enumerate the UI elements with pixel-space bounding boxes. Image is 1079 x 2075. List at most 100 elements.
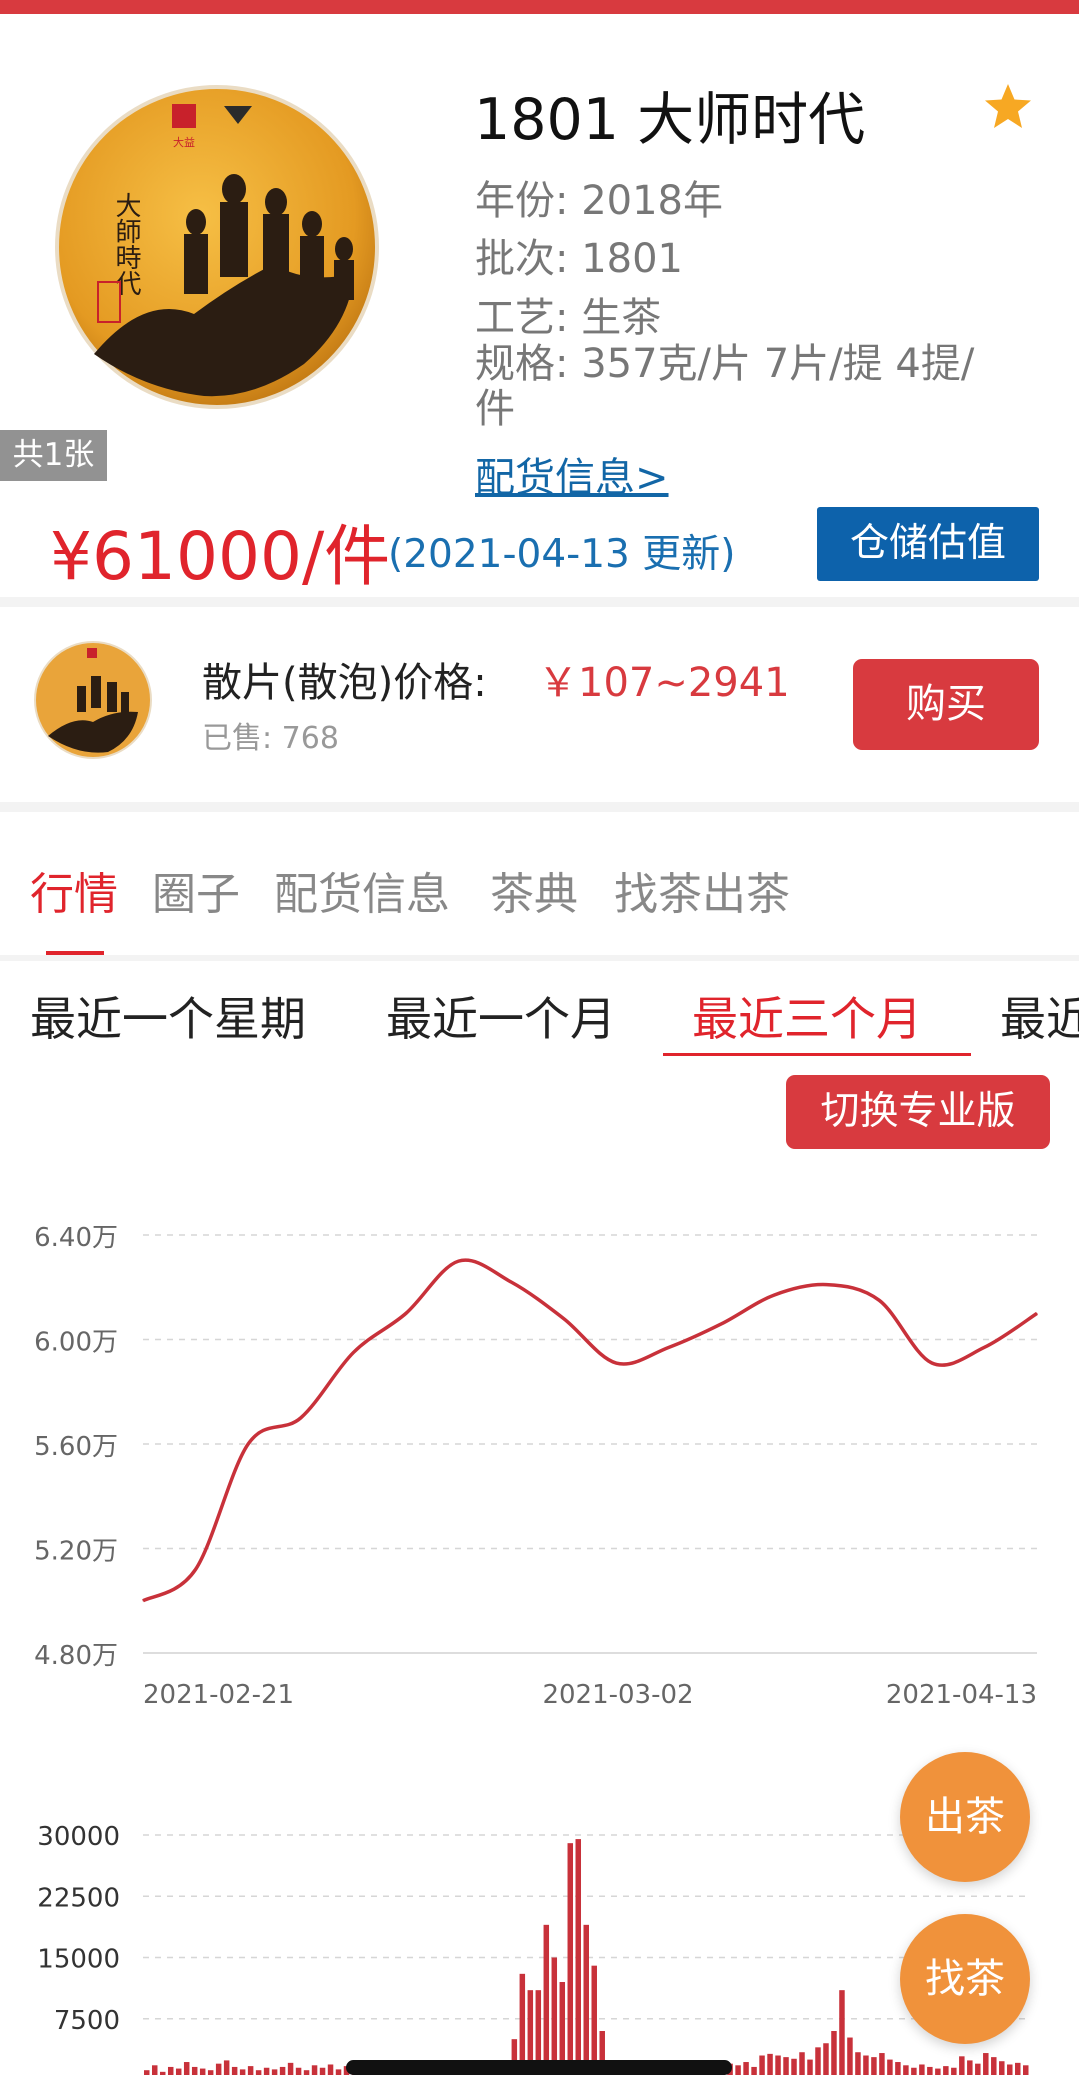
- volume-bar: [855, 2052, 861, 2075]
- volume-bar: [591, 1965, 597, 2075]
- volume-bar: [999, 2061, 1005, 2075]
- volume-bar: [215, 2063, 222, 2075]
- volume-bar: [959, 2056, 965, 2075]
- tab-find-sell-tea[interactable]: 找茶出茶: [614, 858, 790, 922]
- y-tick-label: 22500: [37, 1883, 120, 1913]
- price-point: [195, 1568, 197, 1570]
- volume-bar: [551, 1957, 558, 2075]
- volume-bar: [807, 2059, 813, 2075]
- price-update-date: (2021-04-13 更新): [388, 532, 736, 577]
- price-point: [300, 1417, 302, 1419]
- volume-bar: [183, 2062, 190, 2075]
- switch-pro-version-button[interactable]: 切换专业版: [786, 1075, 1050, 1149]
- volume-bar: [847, 2037, 853, 2075]
- price-point: [615, 1362, 617, 1364]
- tab-distribution[interactable]: 配货信息: [274, 858, 450, 922]
- price-point: [878, 1299, 880, 1301]
- period-last-three-months[interactable]: 最近三个月: [692, 983, 922, 1049]
- volume-bar: [983, 2053, 989, 2075]
- volume-bar: [263, 2067, 270, 2075]
- top-accent-bar: [0, 0, 1079, 14]
- find-tea-fab[interactable]: 找茶: [900, 1914, 1030, 2044]
- volume-bar: [287, 2062, 294, 2075]
- year-info: 年份: 2018年: [475, 178, 723, 224]
- volume-bar: [327, 2064, 334, 2075]
- y-tick-label: 6.40万: [34, 1223, 118, 1253]
- period-more[interactable]: 最近: [1000, 983, 1079, 1049]
- volume-bar: [751, 2066, 757, 2075]
- y-tick-label: 5.20万: [34, 1537, 118, 1567]
- volume-bar: [799, 2052, 805, 2075]
- price-line-chart: 6.40万 6.00万 5.60万 5.20万 4.80万 2021-02-21 2021-…: [34, 1223, 1038, 1710]
- volume-bar: [759, 2055, 765, 2075]
- volume-bar: [815, 2047, 821, 2075]
- price-point: [352, 1352, 354, 1354]
- sell-tea-fab[interactable]: 出茶: [900, 1752, 1030, 1882]
- price-point: [983, 1346, 985, 1348]
- volume-bar: [295, 2067, 302, 2075]
- tab-circle[interactable]: 圈子: [152, 858, 240, 922]
- cake-text: 大師時代: [111, 192, 141, 296]
- price-point: [247, 1443, 249, 1445]
- x-tick-label: 2021-03-02: [542, 1680, 693, 1710]
- volume-bar: [575, 1839, 582, 2075]
- cake-brand: 大益: [173, 135, 195, 149]
- volume-bar: [319, 2067, 326, 2075]
- volume-bar: [279, 2066, 286, 2075]
- craft-info: 工艺: 生茶: [475, 295, 662, 341]
- volume-bar: [775, 2055, 781, 2075]
- volume-bar: [199, 2068, 206, 2075]
- y-tick-label: 4.80万: [34, 1641, 118, 1671]
- volume-bar: [743, 2062, 749, 2075]
- price-point: [720, 1323, 722, 1325]
- volume-bar: [767, 2053, 773, 2075]
- batch-info: 批次: 1801: [475, 236, 683, 282]
- volume-bar: [207, 2070, 214, 2075]
- divider: [0, 597, 1079, 607]
- volume-bar: [151, 2065, 158, 2075]
- volume-bar: [911, 2067, 917, 2075]
- volume-bar: [255, 2070, 262, 2075]
- divider: [0, 955, 1079, 961]
- volume-bar: [975, 2063, 981, 2075]
- tea-cake-illustration: 大師時代 大益: [55, 85, 379, 409]
- volume-bar: [879, 2053, 885, 2075]
- volume-bar: [967, 2060, 973, 2075]
- price-point: [405, 1312, 407, 1314]
- buy-button[interactable]: 购买: [853, 659, 1039, 750]
- price-series-line: [142, 1258, 1038, 1603]
- sold-count: 已售: 768: [202, 721, 339, 756]
- period-last-month[interactable]: 最近一个月: [386, 983, 616, 1049]
- volume-bar: [791, 2058, 797, 2075]
- x-tick-label: 2021-02-21: [143, 1680, 294, 1710]
- volume-bar: [175, 2068, 182, 2075]
- product-title: 1801 大师时代: [474, 87, 866, 153]
- volume-bar: [927, 2066, 933, 2075]
- spec-line-2: 件: [475, 386, 515, 432]
- spec-line-1: 规格: 357克/片 7片/提 4提/: [475, 341, 975, 387]
- image-count-badge: 共1张: [0, 430, 107, 481]
- volume-bar: [831, 2031, 837, 2075]
- price-point: [668, 1346, 670, 1348]
- volume-bar: [951, 2067, 957, 2075]
- x-tick-label: 2021-04-13: [886, 1680, 1037, 1710]
- price-point: [931, 1362, 933, 1364]
- period-last-week[interactable]: 最近一个星期: [30, 983, 306, 1049]
- loose-tea-thumbnail[interactable]: [33, 640, 153, 760]
- volume-bar: [735, 2065, 741, 2075]
- active-period-indicator: [663, 1053, 971, 1056]
- storage-valuation-button[interactable]: 仓储估值: [817, 507, 1039, 581]
- tab-tea-dictionary[interactable]: 茶典: [490, 858, 578, 922]
- star-icon[interactable]: [982, 82, 1034, 132]
- volume-bar: [943, 2066, 949, 2075]
- product-image[interactable]: 大師時代 大益: [54, 84, 380, 410]
- distribution-info-link[interactable]: 配货信息>: [475, 445, 669, 503]
- price-point: [142, 1600, 144, 1602]
- volume-bar: [223, 2060, 230, 2075]
- volume-bar: [335, 2069, 342, 2075]
- tab-market[interactable]: 行情: [30, 858, 118, 922]
- volume-bar: [823, 2043, 829, 2075]
- volume-bar: [543, 1924, 550, 2075]
- volume-bar: [895, 2062, 901, 2075]
- volume-bar: [239, 2069, 246, 2075]
